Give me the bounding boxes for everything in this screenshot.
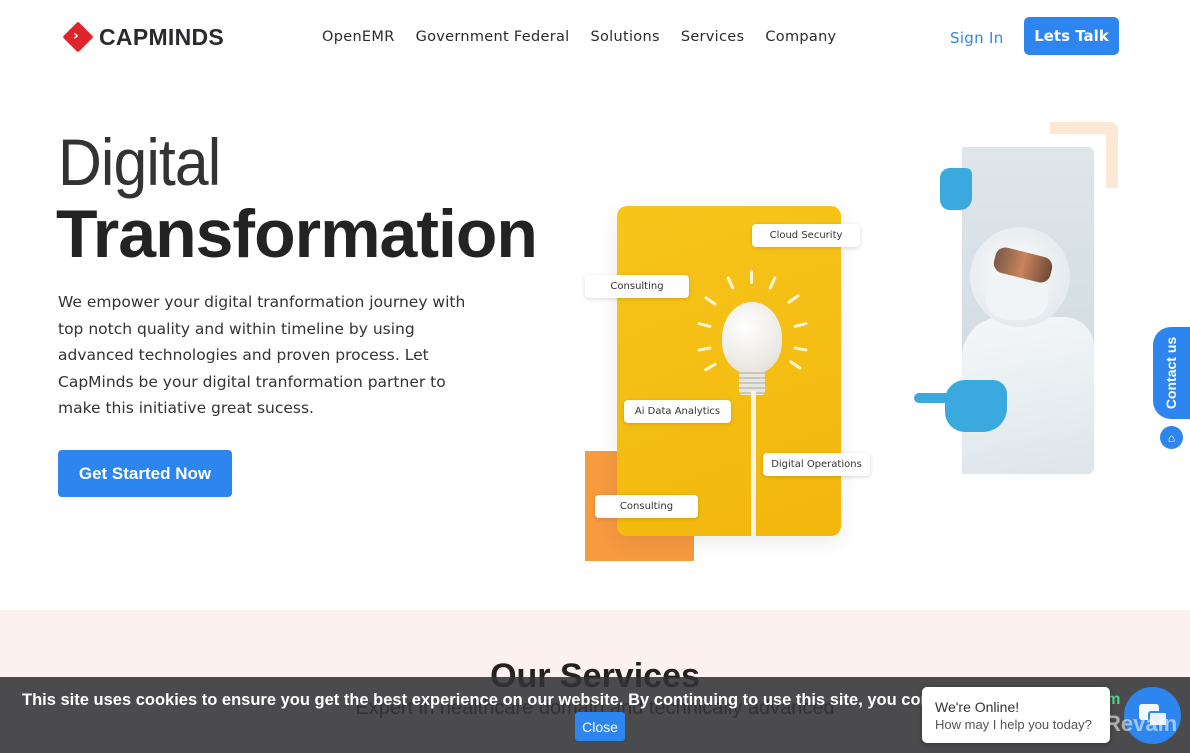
contact-us-tab[interactable]: Contact us [1153,327,1190,419]
nav-services[interactable]: Services [681,29,745,45]
tag-cloud-security: Cloud Security [752,224,860,247]
tag-digital-operations: Digital Operations [763,453,870,476]
cookie-close-button[interactable]: Close [575,712,625,741]
get-started-button[interactable]: Get Started Now [58,450,232,497]
watermark: Revain [1105,711,1178,736]
hero-title-line2: Transformation [56,196,538,272]
tag-consulting-2: Consulting [595,495,698,518]
lets-talk-button[interactable]: Lets Talk [1024,17,1119,55]
lightbulb-icon [722,302,782,374]
nav-solutions[interactable]: Solutions [590,29,659,45]
logo-diamond-icon: › [62,21,94,53]
logo-text: CAPMINDS [99,23,225,50]
lightbulb-image [617,206,841,536]
page: › CAPMINDS OpenEMR Government Federal So… [0,0,1190,753]
hero-description: We empower your digital tranformation jo… [58,293,466,417]
hero-title-line1: Digital [58,125,221,199]
main-nav: OpenEMR Government Federal Solutions Ser… [322,29,857,45]
logo-link[interactable]: › CAPMINDS [62,21,225,53]
cookie-text: This site uses cookies to ensure you get… [22,691,1015,709]
nav-company[interactable]: Company [765,29,836,45]
home-icon[interactable]: ⌂ [1160,426,1183,449]
glove-decor [940,168,972,210]
chat-greeting-bubble[interactable]: We're Online! How may I help you today? [922,687,1110,743]
sign-in-link[interactable]: Sign In [950,29,1004,47]
nav-government-federal[interactable]: Government Federal [416,29,570,45]
chat-line1: We're Online! [935,699,1020,715]
tag-consulting: Consulting [585,275,689,298]
site-header: › CAPMINDS OpenEMR Government Federal So… [0,0,1190,75]
glove-pointing-decor [945,380,1007,432]
contact-us-label: Contact us [1163,336,1180,410]
nav-openemr[interactable]: OpenEMR [322,29,395,45]
chat-line2: How may I help you today? [935,717,1092,732]
tag-ai-data-analytics: Ai Data Analytics [624,400,731,423]
